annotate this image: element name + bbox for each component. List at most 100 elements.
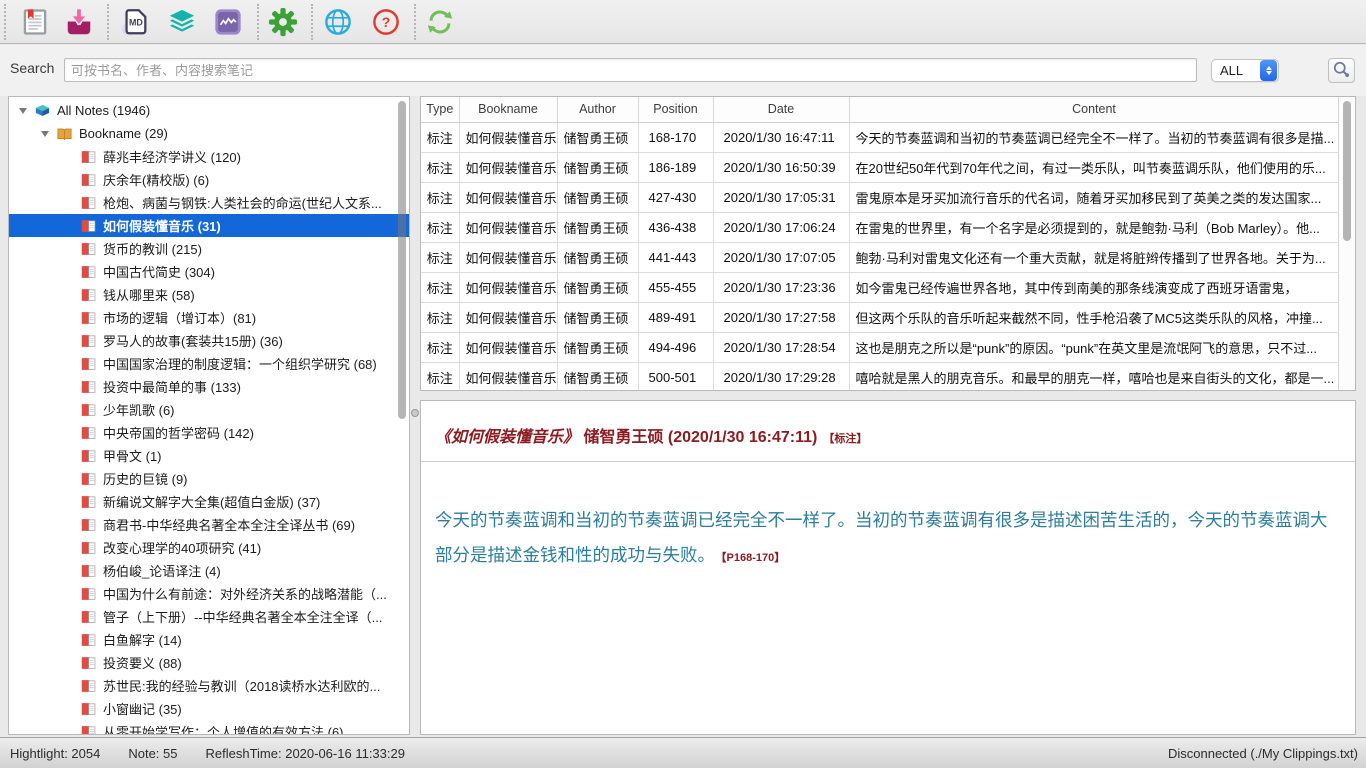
cell-date: 2020/1/30 16:47:11	[713, 122, 849, 152]
cell-bookname: 如何假装懂音乐	[459, 242, 557, 272]
sidebar-item-book[interactable]: 管子（上下册）--中华经典名著全本全注全译（...	[9, 605, 409, 628]
table-scrollbar-thumb[interactable]	[1343, 101, 1351, 241]
column-header-position[interactable]: Position	[638, 97, 713, 122]
cell-author: 储智勇王硕	[557, 302, 638, 332]
book-list: 薛兆丰经济学讲义 (120) 庆余年(精校版) (6) 枪炮、病菌与钢铁:人类社会的…	[9, 145, 409, 735]
sidebar-item-all-notes[interactable]: All Notes (1946)	[9, 99, 409, 122]
book-label: 市场的逻辑（增订本）(81)	[103, 308, 256, 327]
book-label: 投资要义 (88)	[103, 653, 182, 672]
sidebar-item-bookname-group[interactable]: Bookname (29)	[9, 122, 409, 145]
table-scrollbar[interactable]	[1338, 97, 1355, 390]
sidebar-item-book[interactable]: 中央帝国的哲学密码 (142)	[9, 421, 409, 444]
column-header-content[interactable]: Content	[849, 97, 1339, 122]
search-icon	[1332, 60, 1351, 82]
table-row[interactable]: 标注如何假装懂音乐储智勇王硕500-5012020/1/30 17:29:28嘻…	[421, 362, 1339, 391]
sidebar-item-book[interactable]: 新编说文解字大全集(超值白金版) (37)	[9, 490, 409, 513]
sidebar-item-book[interactable]: 庆余年(精校版) (6)	[9, 168, 409, 191]
sidebar-item-book[interactable]: 小窗幽记 (35)	[9, 697, 409, 720]
sidebar-item-book[interactable]: 中国国家治理的制度逻辑：一个组织学研究 (68)	[9, 352, 409, 375]
sidebar-item-book[interactable]: 中国古代简史 (304)	[9, 260, 409, 283]
book-icon	[81, 587, 96, 601]
table-row[interactable]: 标注如何假装懂音乐储智勇王硕455-4552020/1/30 17:23:36如…	[421, 272, 1339, 302]
sidebar-item-book[interactable]: 市场的逻辑（增订本）(81)	[9, 306, 409, 329]
disclosure-triangle-icon[interactable]	[41, 131, 57, 137]
cell-date: 2020/1/30 17:06:24	[713, 212, 849, 242]
sidebar-item-book[interactable]: 投资中最简单的事 (133)	[9, 375, 409, 398]
table-row[interactable]: 标注如何假装懂音乐储智勇王硕186-1892020/1/30 16:50:39在…	[421, 152, 1339, 182]
cell-type: 标注	[421, 122, 459, 152]
splitter-handle[interactable]	[411, 409, 419, 417]
cell-bookname: 如何假装懂音乐	[459, 362, 557, 391]
sidebar-item-book[interactable]: 薛兆丰经济学讲义 (120)	[9, 145, 409, 168]
search-button[interactable]	[1328, 58, 1355, 83]
table-row[interactable]: 标注如何假装懂音乐储智勇王硕489-4912020/1/30 17:27:58但…	[421, 302, 1339, 332]
note-detail-panel: 《如何假装懂音乐》 储智勇王硕 (2020/1/30 16:47:11)【标注】…	[420, 400, 1356, 735]
book-label: 从零开始学写作：个人增值的有效方法 (6)	[103, 722, 344, 735]
book-label: 枪炮、病菌与钢铁:人类社会的命运(世纪人文系...	[103, 193, 382, 212]
sidebar-item-book[interactable]: 中国为什么有前途：对外经济关系的战略潜能（...	[9, 582, 409, 605]
cell-type: 标注	[421, 332, 459, 362]
sidebar-item-book[interactable]: 商君书-中华经典名著全本全注全译丛书 (69)	[9, 513, 409, 536]
cell-bookname: 如何假装懂音乐	[459, 182, 557, 212]
search-row: Search ALL	[0, 45, 1366, 96]
website-button[interactable]	[321, 6, 355, 38]
export-md-button[interactable]: MD	[118, 6, 152, 38]
book-label: 庆余年(精校版) (6)	[103, 170, 209, 189]
sidebar-item-book[interactable]: 钱从哪里来 (58)	[9, 283, 409, 306]
sidebar-item-book[interactable]: 如何假装懂音乐 (31)	[9, 214, 409, 237]
cell-position: 441-443	[638, 242, 713, 272]
column-header-date[interactable]: Date	[713, 97, 849, 122]
sidebar-item-book[interactable]: 历史的巨镜 (9)	[9, 467, 409, 490]
column-header-type[interactable]: Type	[421, 97, 459, 122]
column-header-author[interactable]: Author	[557, 97, 638, 122]
table-row[interactable]: 标注如何假装懂音乐储智勇王硕436-4382020/1/30 17:06:24在…	[421, 212, 1339, 242]
sidebar-scrollbar-thumb[interactable]	[398, 101, 406, 419]
sidebar-item-book[interactable]: 从零开始学写作：个人增值的有效方法 (6)	[9, 720, 409, 735]
filter-dropdown[interactable]: ALL	[1211, 59, 1279, 82]
sidebar-item-book[interactable]: 甲骨文 (1)	[9, 444, 409, 467]
detail-body-text: 今天的节奏蓝调和当初的节奏蓝调已经完全不一样了。当初的节奏蓝调有很多是描述困苦生…	[435, 510, 1328, 565]
sidebar-item-book[interactable]: 白鱼解字 (14)	[9, 628, 409, 651]
cell-position: 436-438	[638, 212, 713, 242]
sidebar-item-book[interactable]: 枪炮、病菌与钢铁:人类社会的命运(世纪人文系...	[9, 191, 409, 214]
column-header-bookname[interactable]: Bookname	[459, 97, 557, 122]
cell-author: 储智勇王硕	[557, 332, 638, 362]
help-button[interactable]: ?	[369, 6, 403, 38]
table-row[interactable]: 标注如何假装懂音乐储智勇王硕427-4302020/1/30 17:05:31雷…	[421, 182, 1339, 212]
settings-button[interactable]	[266, 6, 300, 38]
import-button[interactable]	[62, 6, 96, 38]
table-row[interactable]: 标注如何假装懂音乐储智勇王硕494-4962020/1/30 17:28:54这…	[421, 332, 1339, 362]
sidebar-item-book[interactable]: 投资要义 (88)	[9, 651, 409, 674]
sidebar-item-book[interactable]: 少年凯歌 (6)	[9, 398, 409, 421]
sidebar-scrollbar[interactable]	[394, 97, 409, 734]
notes-table: Type Bookname Author Position Date Conte…	[421, 97, 1340, 391]
sidebar-item-book[interactable]: 货币的教训 (215)	[9, 237, 409, 260]
cell-bookname: 如何假装懂音乐	[459, 302, 557, 332]
toolbar-separator	[414, 4, 416, 40]
statistics-button[interactable]	[211, 6, 245, 38]
refresh-button[interactable]	[423, 6, 457, 38]
book-label: 白鱼解字 (14)	[103, 630, 182, 649]
note-detail-body: 今天的节奏蓝调和当初的节奏蓝调已经完全不一样了。当初的节奏蓝调有很多是描述困苦生…	[421, 503, 1355, 576]
merge-button[interactable]	[165, 6, 199, 38]
notes-table-panel: Type Bookname Author Position Date Conte…	[420, 96, 1356, 391]
disclosure-triangle-icon[interactable]	[19, 108, 35, 114]
sidebar-item-book[interactable]: 杨伯峻_论语译注 (4)	[9, 559, 409, 582]
table-row[interactable]: 标注如何假装懂音乐储智勇王硕168-1702020/1/30 16:47:11今…	[421, 122, 1339, 152]
cell-date: 2020/1/30 17:27:58	[713, 302, 849, 332]
cell-date: 2020/1/30 16:50:39	[713, 152, 849, 182]
sidebar: All Notes (1946) Bookname (29) 薛兆丰经济学讲义 …	[8, 96, 410, 735]
notes-table-body: 标注如何假装懂音乐储智勇王硕168-1702020/1/30 16:47:11今…	[421, 122, 1339, 391]
table-row[interactable]: 标注如何假装懂音乐储智勇王硕441-4432020/1/30 17:07:05鲍…	[421, 242, 1339, 272]
sidebar-item-book[interactable]: 罗马人的故事(套装共15册) (36)	[9, 329, 409, 352]
cell-content: 今天的节奏蓝调和当初的节奏蓝调已经完全不一样了。当初的节奏蓝调有很多是描...	[849, 122, 1339, 152]
book-icon	[81, 357, 96, 371]
note-detail-title: 《如何假装懂音乐》 储智勇王硕 (2020/1/30 16:47:11)【标注】	[421, 401, 1355, 447]
search-input[interactable]	[64, 58, 1197, 82]
clippings-document-button[interactable]	[18, 6, 52, 38]
status-highlight-count: Hightlight: 2054	[10, 746, 100, 761]
sidebar-item-book[interactable]: 苏世民:我的经验与教训（2018读桥水达利欧的...	[9, 674, 409, 697]
sidebar-item-book[interactable]: 改变心理学的40项研究 (41)	[9, 536, 409, 559]
cell-author: 储智勇王硕	[557, 122, 638, 152]
book-icon	[81, 265, 96, 279]
